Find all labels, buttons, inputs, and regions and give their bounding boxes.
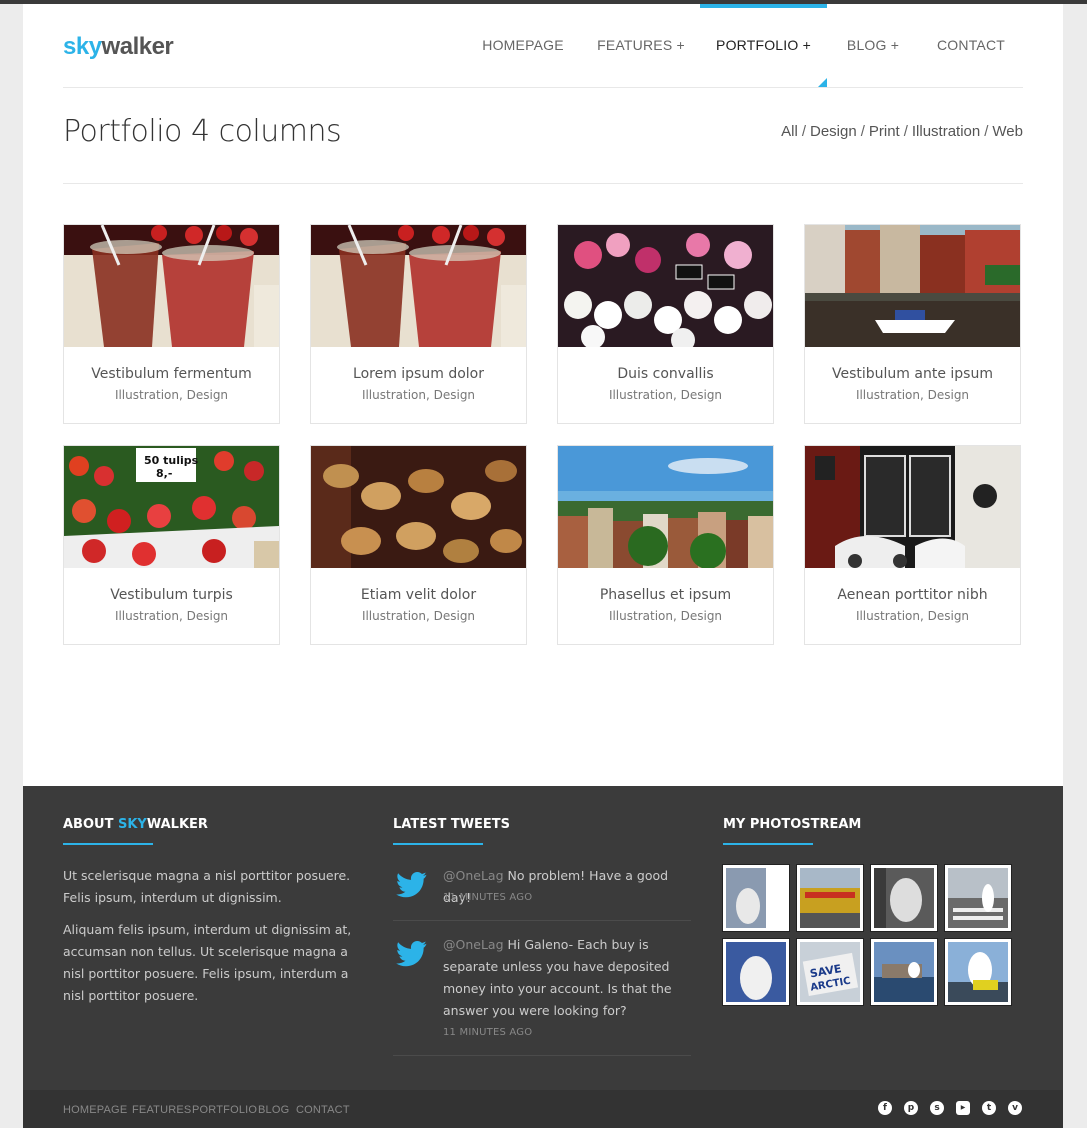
tweet-divider — [393, 1055, 691, 1056]
page-container: skywalker HOMEPAGE FEATURES + PORTFOLIO … — [23, 4, 1063, 786]
facebook-icon[interactable]: f — [878, 1101, 892, 1115]
nav-features[interactable]: FEATURES + — [589, 4, 693, 87]
photostream-thumb[interactable]: SAVE ARCTIC — [797, 939, 863, 1005]
portfolio-image[interactable] — [311, 225, 526, 347]
portfolio-item-title[interactable]: Etiam velit dolor — [311, 587, 526, 603]
portfolio-item-categories: Illustration, Design — [855, 388, 970, 402]
nav-portfolio-label: PORTFOLIO + — [716, 37, 811, 53]
page-title: Portfolio 4 columns — [63, 114, 342, 149]
active-corner-marker — [818, 78, 827, 87]
portfolio-item-categories: Illustration, Design — [855, 609, 970, 623]
filter-print[interactable]: Print — [869, 123, 900, 140]
footer-tweets-underline — [393, 843, 483, 845]
logo-walker: walker — [101, 33, 174, 60]
portfolio-image[interactable] — [64, 225, 279, 347]
portfolio-image[interactable]: 50 tulips 8,- — [64, 446, 279, 568]
portfolio-item-categories: Illustration, Design — [608, 388, 723, 402]
bottom-link-contact[interactable]: CONTACT — [296, 1104, 350, 1116]
twitter-bird-icon — [396, 941, 427, 967]
title-divider — [63, 183, 1023, 184]
twitter-icon[interactable]: t — [982, 1101, 996, 1115]
portfolio-image[interactable] — [311, 446, 526, 568]
portfolio-item[interactable]: Aenean porttitor nibh Illustration, Desi… — [804, 445, 1021, 645]
portfolio-item-categories: Illustration, Design — [361, 388, 476, 402]
bottom-link-homepage[interactable]: HOMEPAGE — [63, 1104, 127, 1116]
nav-homepage[interactable]: HOMEPAGE — [471, 4, 575, 87]
photostream-thumb[interactable] — [945, 865, 1011, 931]
portfolio-image[interactable] — [805, 225, 1020, 347]
tweet-text: @OneLag Hi Galeno- Each buy is separate … — [443, 937, 672, 1018]
filter-illustration[interactable]: Illustration — [912, 123, 980, 140]
portfolio-item-categories: Illustration, Design — [114, 609, 229, 623]
footer-about-underline — [63, 843, 153, 845]
vimeo-icon[interactable]: v — [1008, 1101, 1022, 1115]
twitter-bird-icon — [396, 872, 427, 898]
footer-about-title: ABOUT SKYWALKER — [63, 817, 208, 832]
portfolio-item[interactable]: Phasellus et ipsum Illustration, Design — [557, 445, 774, 645]
filter-all[interactable]: All — [781, 123, 798, 140]
photostream-thumb[interactable] — [723, 865, 789, 931]
filter-web[interactable]: Web — [992, 123, 1023, 140]
tweet-time: 11 MINUTES AGO — [443, 892, 533, 903]
portfolio-item-title[interactable]: Vestibulum turpis — [64, 587, 279, 603]
header-divider — [63, 87, 1023, 88]
portfolio-item-title[interactable]: Phasellus et ipsum — [558, 587, 773, 603]
svg-text:50 tulips: 50 tulips — [144, 454, 199, 467]
portfolio-item-title[interactable]: Vestibulum ante ipsum — [805, 366, 1020, 382]
skype-icon[interactable]: s — [930, 1101, 944, 1115]
footer-photostream-title: MY PHOTOSTREAM — [723, 817, 862, 832]
portfolio-item-categories: Illustration, Design — [361, 609, 476, 623]
portfolio-item[interactable]: Vestibulum ante ipsum Illustration, Desi… — [804, 224, 1021, 424]
portfolio-item-title[interactable]: Vestibulum fermentum — [64, 366, 279, 382]
portfolio-image[interactable] — [558, 446, 773, 568]
nav-contact[interactable]: CONTACT — [932, 4, 1010, 87]
footer: ABOUT SKYWALKER Ut scelerisque magna a n… — [23, 786, 1063, 1090]
portfolio-filters: All / Design / Print / Illustration / Web — [781, 123, 1023, 140]
portfolio-item-categories: Illustration, Design — [608, 609, 723, 623]
tweet-handle-link[interactable]: @OneLag — [443, 868, 504, 883]
portfolio-item-title[interactable]: Duis convallis — [558, 366, 773, 382]
footer-about-paragraph: Aliquam felis ipsum, interdum ut digniss… — [63, 922, 352, 1003]
bottom-bar: HOMEPAGE FEATURES PORTFOLIO BLOG CONTACT… — [23, 1090, 1063, 1128]
portfolio-item[interactable]: Vestibulum fermentum Illustration, Desig… — [63, 224, 280, 424]
footer-about-paragraph: Ut scelerisque magna a nisl porttitor po… — [63, 868, 351, 905]
bottom-link-blog[interactable]: BLOG — [258, 1104, 289, 1116]
photostream-thumb[interactable] — [871, 865, 937, 931]
tweet-divider — [393, 920, 691, 921]
filter-design[interactable]: Design — [810, 123, 857, 140]
portfolio-item[interactable]: Etiam velit dolor Illustration, Design — [310, 445, 527, 645]
footer-photostream-underline — [723, 843, 813, 845]
youtube-icon[interactable]: ▶ — [956, 1101, 970, 1115]
bottom-link-portfolio[interactable]: PORTFOLIO — [192, 1104, 257, 1116]
svg-text:8,-: 8,- — [156, 467, 172, 480]
nav-blog[interactable]: BLOG + — [836, 4, 910, 87]
portfolio-item-title[interactable]: Aenean porttitor nibh — [805, 587, 1020, 603]
portfolio-item-title[interactable]: Lorem ipsum dolor — [311, 366, 526, 382]
portfolio-item[interactable]: Lorem ipsum dolor Illustration, Design — [310, 224, 527, 424]
portfolio-item[interactable]: 50 tulips 8,- Vestibulum turpis Illustrat… — [63, 445, 280, 645]
logo[interactable]: skywalker — [63, 33, 174, 61]
footer-tweets-title: LATEST TWEETS — [393, 817, 511, 832]
portfolio-image[interactable] — [805, 446, 1020, 568]
tweet-handle-link[interactable]: @OneLag — [443, 937, 504, 952]
tweet-time: 11 MINUTES AGO — [443, 1027, 533, 1038]
pinterest-icon[interactable]: p — [904, 1101, 918, 1115]
photostream-thumb[interactable] — [945, 939, 1011, 1005]
portfolio-item[interactable]: Duis convallis Illustration, Design — [557, 224, 774, 424]
photostream-thumb[interactable] — [723, 939, 789, 1005]
photostream-thumb[interactable] — [871, 939, 937, 1005]
nav-portfolio[interactable]: PORTFOLIO + — [700, 4, 827, 87]
logo-sky: sky — [63, 33, 102, 60]
portfolio-image[interactable] — [558, 225, 773, 347]
portfolio-item-categories: Illustration, Design — [114, 388, 229, 402]
bottom-link-features[interactable]: FEATURES — [132, 1104, 191, 1116]
photostream-thumb[interactable] — [797, 865, 863, 931]
